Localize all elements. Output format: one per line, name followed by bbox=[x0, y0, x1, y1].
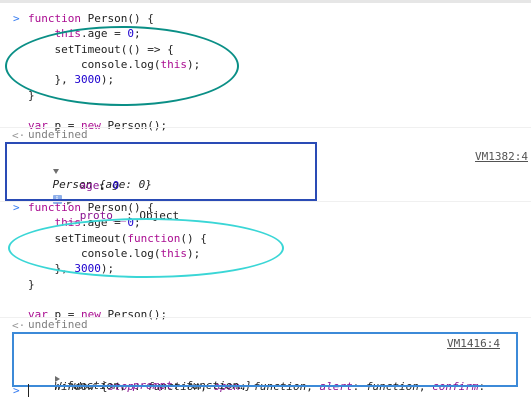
code-token: function bbox=[28, 12, 81, 25]
teal-highlight-ellipse bbox=[5, 26, 239, 106]
result-row-1: <· undefined bbox=[0, 127, 531, 142]
code-line: function Person() { bbox=[28, 201, 154, 215]
result-value: undefined bbox=[28, 128, 88, 141]
blue-highlight-box bbox=[12, 332, 518, 387]
result-row-2: <· undefined bbox=[0, 317, 531, 332]
code-token: function bbox=[28, 201, 81, 214]
prompt-chevron-icon: > bbox=[13, 12, 20, 25]
code-token: } bbox=[28, 277, 35, 291]
code-line: } bbox=[28, 278, 35, 292]
result-arrow-icon: <· bbox=[12, 319, 26, 332]
code-token: Person() { bbox=[80, 12, 154, 25]
navy-highlight-box bbox=[5, 142, 317, 201]
prompt-chevron-icon: > bbox=[13, 384, 20, 397]
source-link[interactable]: VM1382:4 bbox=[475, 150, 528, 163]
text-cursor[interactable] bbox=[28, 384, 29, 397]
prompt-chevron-icon: > bbox=[13, 201, 20, 214]
result-value: undefined bbox=[28, 318, 88, 331]
result-arrow-icon: <· bbox=[12, 129, 26, 142]
toolbar-strip bbox=[0, 0, 531, 3]
code-token: Person() { bbox=[80, 201, 154, 214]
cyan-highlight-ellipse bbox=[8, 218, 284, 278]
code-line: function Person() { bbox=[28, 12, 154, 26]
